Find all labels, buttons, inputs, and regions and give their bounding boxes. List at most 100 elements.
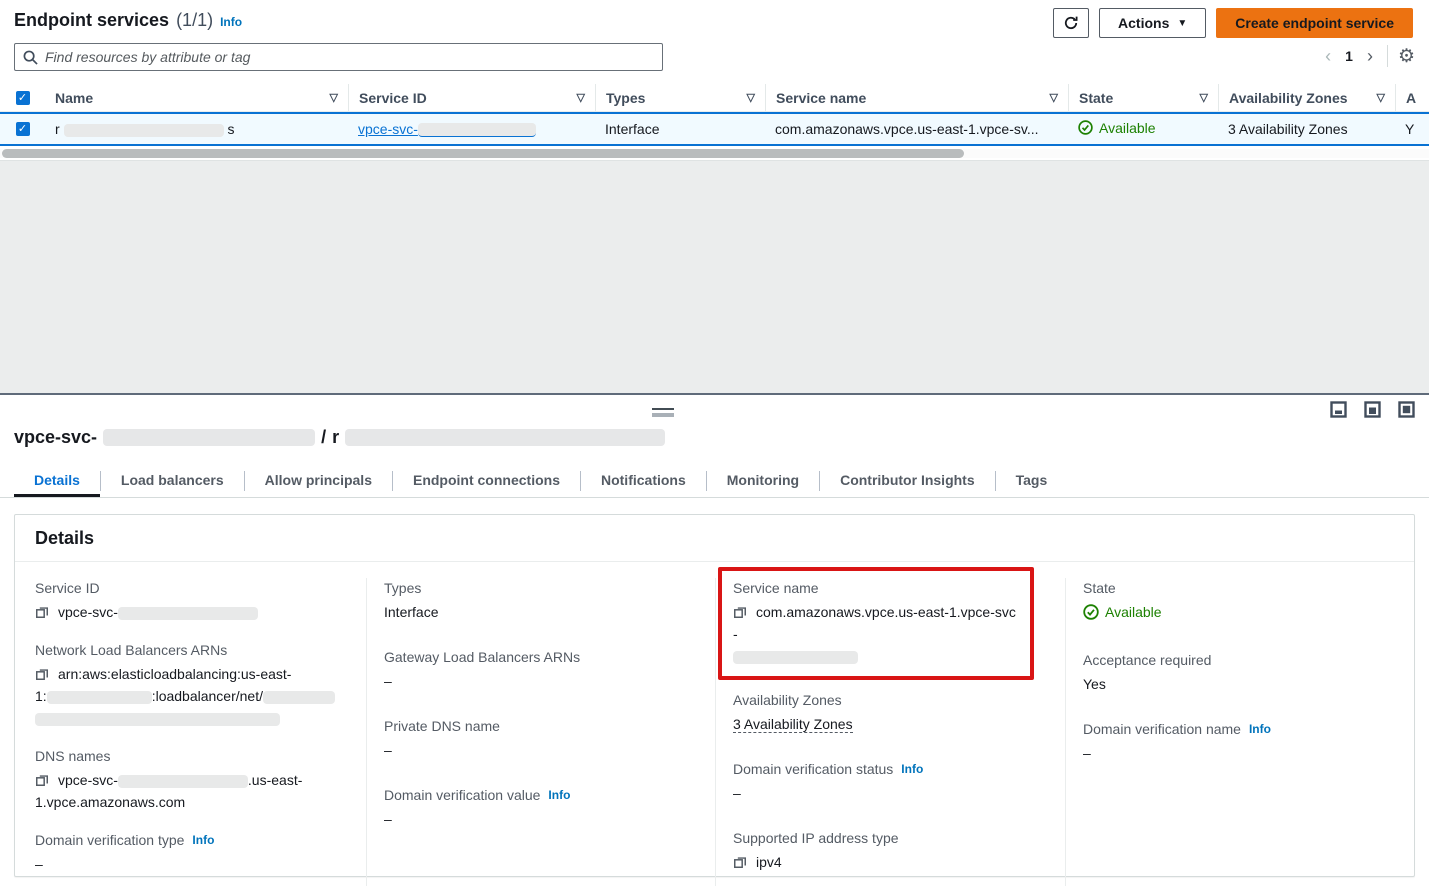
select-all-checkbox[interactable]: ✓: [16, 91, 30, 105]
row-service-name-cell: com.amazonaws.vpce.us-east-1.vpce-sv...: [765, 121, 1068, 137]
endpoint-services-table: ✓ Name ▽ Service ID ▽ Types ▽ Service na…: [0, 84, 1429, 146]
redacted-arn-tail: [35, 713, 280, 726]
tab-monitoring[interactable]: Monitoring: [707, 465, 819, 497]
previous-page-icon[interactable]: ‹: [1321, 47, 1335, 65]
row-checkbox[interactable]: ✓: [16, 122, 30, 136]
details-card-heading: Details: [15, 515, 1414, 562]
field-state: State Available: [1083, 578, 1400, 626]
status-text: Available: [1099, 120, 1156, 136]
info-link[interactable]: Info: [901, 759, 923, 779]
column-header-types[interactable]: Types ▽: [595, 84, 765, 111]
select-all-cell: ✓: [0, 84, 45, 111]
info-link[interactable]: Info: [548, 785, 570, 805]
status-available-icon: [1078, 120, 1093, 135]
redacted-name: [64, 124, 224, 137]
tab-contributor-insights[interactable]: Contributor Insights: [820, 465, 995, 497]
field-service-name: Service name com.amazonaws.vpce.us-east-…: [733, 578, 1020, 667]
refresh-icon: [1063, 15, 1079, 31]
field-domain-verification-status: Domain verification status Info –: [733, 759, 1051, 804]
copy-icon[interactable]: [35, 773, 49, 787]
horizontal-scrollbar-thumb[interactable]: [2, 149, 964, 158]
field-service-id: Service ID vpce-svc-: [35, 578, 352, 623]
column-header-truncated[interactable]: A: [1395, 84, 1429, 111]
page-number[interactable]: 1: [1345, 48, 1353, 64]
field-domain-verification-value: Domain verification value Info –: [384, 785, 701, 830]
tab-endpoint-connections[interactable]: Endpoint connections: [393, 465, 580, 497]
actions-button-label: Actions: [1118, 15, 1169, 31]
redacted-dns: [118, 775, 248, 788]
panel-size-full-icon[interactable]: [1398, 401, 1415, 418]
next-page-icon[interactable]: ›: [1363, 47, 1377, 65]
panel-tabs: Details Load balancers Allow principals …: [0, 465, 1429, 498]
field-acceptance-required: Acceptance required Yes: [1083, 650, 1400, 695]
content-gap: [0, 160, 1429, 393]
title-info-link[interactable]: Info: [220, 15, 242, 29]
search-box[interactable]: [14, 43, 663, 71]
tab-load-balancers[interactable]: Load balancers: [101, 465, 244, 497]
column-header-service-name[interactable]: Service name ▽: [765, 84, 1068, 111]
split-panel-size-controls: [1330, 401, 1415, 418]
create-endpoint-service-button[interactable]: Create endpoint service: [1216, 8, 1413, 38]
page-title-text: Endpoint services: [14, 10, 169, 31]
field-nlb-arns: Network Load Balancers ARNs arn:aws:elas…: [35, 640, 352, 729]
tab-tags[interactable]: Tags: [996, 465, 1068, 497]
search-input[interactable]: [45, 49, 654, 65]
panel-size-medium-icon[interactable]: [1364, 401, 1381, 418]
service-id-link[interactable]: vpce-svc-: [358, 121, 418, 137]
actions-button[interactable]: Actions ▼: [1099, 8, 1206, 38]
field-domain-verification-name: Domain verification name Info –: [1083, 719, 1400, 764]
chevron-down-icon: ▼: [1177, 18, 1187, 29]
row-select-cell: ✓: [0, 114, 45, 144]
info-link[interactable]: Info: [1249, 719, 1271, 739]
filter-icon[interactable]: ▽: [1200, 91, 1208, 104]
state-value: Available: [1105, 601, 1162, 623]
field-types: Types Interface: [384, 578, 701, 623]
details-column-1: Service ID vpce-svc- Network Load Balanc…: [15, 578, 366, 886]
split-panel-drag-handle[interactable]: [652, 408, 674, 417]
service-name-highlight-box: Service name com.amazonaws.vpce.us-east-…: [718, 567, 1034, 680]
copy-icon[interactable]: [35, 605, 49, 619]
column-header-availability-zones[interactable]: Availability Zones ▽: [1218, 84, 1395, 111]
availability-zones-popover-link[interactable]: 3 Availability Zones: [733, 716, 853, 733]
redacted-title-id: [103, 429, 315, 446]
refresh-button[interactable]: [1053, 8, 1089, 38]
redacted-service-name-tail: [733, 651, 858, 664]
filter-icon[interactable]: ▽: [330, 91, 338, 104]
field-glb-arns: Gateway Load Balancers ARNs –: [384, 647, 701, 692]
row-service-id-cell: vpce-svc-: [348, 121, 595, 137]
filter-icon[interactable]: ▽: [577, 91, 585, 104]
copy-icon[interactable]: [35, 667, 49, 681]
tab-allow-principals[interactable]: Allow principals: [245, 465, 392, 497]
copy-icon[interactable]: [733, 605, 747, 619]
tab-details[interactable]: Details: [14, 465, 100, 497]
details-column-2: Types Interface Gateway Load Balancers A…: [366, 578, 715, 886]
availability-zones-popover-link[interactable]: 3 Availability Zones: [1228, 121, 1348, 137]
copy-icon[interactable]: [733, 855, 747, 869]
redacted-account-id: [47, 691, 152, 704]
row-state-cell: Available: [1068, 120, 1218, 139]
status-available-icon: [1083, 604, 1099, 620]
tab-notifications[interactable]: Notifications: [581, 465, 706, 497]
gear-icon[interactable]: ⚙: [1398, 47, 1415, 66]
table-header-row: ✓ Name ▽ Service ID ▽ Types ▽ Service na…: [0, 84, 1429, 112]
redacted-lb-name: [263, 691, 335, 704]
table-row[interactable]: ✓ r s vpce-svc- Interface com.amazonaws.…: [0, 112, 1429, 146]
pagination-divider: [1387, 45, 1388, 67]
info-link[interactable]: Info: [192, 830, 214, 850]
row-az-cell: 3 Availability Zones: [1218, 121, 1395, 137]
details-column-4: State Available Acceptance required: [1065, 578, 1414, 886]
column-header-service-id[interactable]: Service ID ▽: [348, 84, 595, 111]
filter-icon[interactable]: ▽: [747, 91, 755, 104]
horizontal-scrollbar[interactable]: [0, 149, 1429, 158]
field-domain-verification-type: Domain verification type Info –: [35, 830, 352, 875]
field-private-dns-name: Private DNS name –: [384, 716, 701, 761]
search-icon: [23, 50, 38, 65]
column-header-state[interactable]: State ▽: [1068, 84, 1218, 111]
panel-size-small-icon[interactable]: [1330, 401, 1347, 418]
filter-icon[interactable]: ▽: [1377, 91, 1385, 104]
split-panel: vpce-svc- / r Details Load balancers All…: [0, 393, 1429, 886]
resource-count: (1/1): [176, 10, 213, 31]
column-header-name[interactable]: Name ▽: [45, 84, 348, 111]
filter-icon[interactable]: ▽: [1050, 91, 1058, 104]
redacted-service-id: [418, 123, 536, 137]
